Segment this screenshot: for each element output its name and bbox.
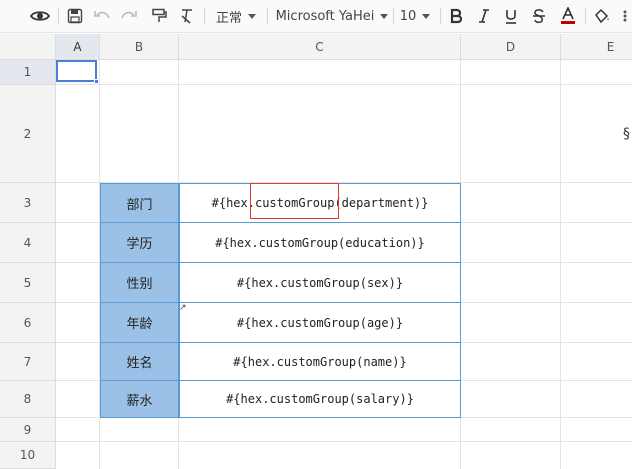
cell-label-department[interactable]: 部门 xyxy=(100,183,179,223)
italic-icon[interactable] xyxy=(473,4,495,28)
fill-handle[interactable] xyxy=(94,79,99,84)
row-header-4[interactable]: 4 xyxy=(0,223,56,263)
format-painter-icon[interactable] xyxy=(148,4,170,28)
row-header-5[interactable]: 5 xyxy=(0,263,56,303)
cell-label-age[interactable]: 年龄 xyxy=(100,302,179,343)
row-header-1[interactable]: 1 xyxy=(0,60,56,85)
row-header-8[interactable]: 8 xyxy=(0,381,56,418)
toolbar: 正常 Microsoft YaHei 10 xyxy=(0,0,632,33)
save-icon[interactable] xyxy=(64,4,86,28)
cell-label-salary[interactable]: 薪水 xyxy=(100,380,179,418)
row-header-7[interactable]: 7 xyxy=(0,343,56,381)
font-family-value: Microsoft YaHei xyxy=(275,8,375,24)
cell-value-education[interactable]: #{hex.customGroup(education)} xyxy=(179,222,461,263)
style-select-value: 正常 xyxy=(215,10,242,26)
row-header-9[interactable]: 9 xyxy=(0,418,56,442)
row-header-10[interactable]: 10 xyxy=(0,442,56,469)
cell-value-sex[interactable]: #{hex.customGroup(sex)} xyxy=(179,262,461,303)
cell-label-education[interactable]: 学历 xyxy=(100,222,179,263)
row-header-6[interactable]: 6 xyxy=(0,303,56,343)
cell-value-age[interactable]: #{hex.customGroup(age)} xyxy=(179,302,461,343)
font-size-value: 10 xyxy=(399,8,417,24)
select-all-corner[interactable] xyxy=(0,34,56,60)
font-size-select[interactable]: 10 xyxy=(397,4,433,28)
chevron-down-icon xyxy=(248,13,256,19)
style-select[interactable]: 正常 xyxy=(212,4,260,28)
column-header-c[interactable]: C xyxy=(179,34,461,60)
cell-value-name[interactable]: #{hex.customGroup(name)} xyxy=(179,342,461,381)
cell-value-salary[interactable]: #{hex.customGroup(salary)} xyxy=(179,380,461,418)
highlight-box xyxy=(250,183,339,219)
chevron-down-icon xyxy=(422,13,431,19)
bold-icon[interactable] xyxy=(445,4,467,28)
column-header-a[interactable]: A xyxy=(56,34,100,60)
redo-icon[interactable] xyxy=(118,4,140,28)
chevron-down-icon xyxy=(380,13,389,19)
undo-icon[interactable] xyxy=(91,4,113,28)
column-header-b[interactable]: B xyxy=(100,34,179,60)
underline-icon[interactable] xyxy=(500,4,522,28)
eye-icon[interactable] xyxy=(28,4,52,28)
row-header-2[interactable]: 2 xyxy=(0,85,56,183)
more-toolbar-icon[interactable] xyxy=(617,4,632,28)
cell-label-sex[interactable]: 性别 xyxy=(100,262,179,303)
comment-arrow-icon: ↗ xyxy=(179,303,187,313)
row-header-3[interactable]: 3 xyxy=(0,183,56,223)
clear-format-icon[interactable] xyxy=(176,4,198,28)
strikethrough-icon[interactable] xyxy=(528,4,550,28)
font-family-select[interactable]: Microsoft YaHei xyxy=(274,4,390,28)
column-header-d[interactable]: D xyxy=(461,34,561,60)
column-header-e[interactable]: E xyxy=(561,34,632,60)
cell-label-name[interactable]: 姓名 xyxy=(100,342,179,381)
clipped-text-fragment: § xyxy=(623,126,630,142)
active-cell-a1[interactable] xyxy=(56,60,97,82)
font-color-icon[interactable] xyxy=(557,4,579,28)
fill-color-icon[interactable] xyxy=(591,4,613,28)
